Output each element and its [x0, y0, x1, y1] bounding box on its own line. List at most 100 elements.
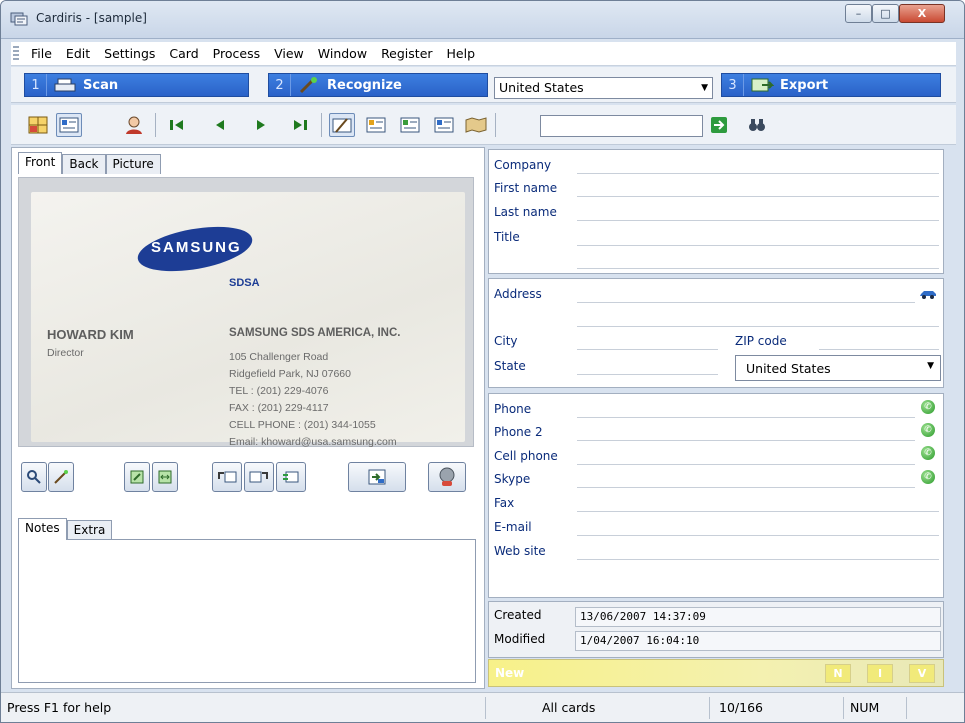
- card-layout-icon[interactable]: [397, 113, 423, 137]
- status-help: Press F1 for help: [7, 700, 112, 715]
- tab-front[interactable]: Front: [18, 152, 63, 174]
- magic-wand-icon: [299, 77, 317, 94]
- menu-view[interactable]: View: [274, 46, 304, 61]
- last-record-icon[interactable]: [287, 113, 313, 137]
- tab-extra[interactable]: Extra: [66, 520, 113, 540]
- zip-label: ZIP code: [735, 334, 787, 348]
- scanner-icon: [54, 78, 76, 92]
- card-image-viewer[interactable]: SAMSUNG SDSA HOWARD KIM Director SAMSUNG…: [18, 177, 474, 448]
- card-layout-icon[interactable]: [431, 113, 457, 137]
- menu-help[interactable]: Help: [447, 46, 476, 61]
- state-field[interactable]: [577, 374, 718, 375]
- app-icon: [10, 12, 28, 26]
- binoculars-icon[interactable]: [744, 113, 770, 137]
- export-button[interactable]: 3 Export: [721, 73, 941, 97]
- tab-notes[interactable]: Notes: [18, 518, 67, 540]
- notes-textarea[interactable]: [18, 539, 476, 683]
- grid-view-icon[interactable]: [25, 113, 51, 137]
- menu-register[interactable]: Register: [381, 46, 432, 61]
- phone-label: Phone: [494, 402, 532, 416]
- minimize-button[interactable]: –: [845, 4, 872, 23]
- title-field-line2[interactable]: [577, 268, 939, 269]
- status-count: 10/166: [719, 700, 763, 715]
- email-field[interactable]: [577, 535, 939, 536]
- country-select[interactable]: United States ▼: [494, 77, 713, 99]
- status-divider: [843, 697, 844, 719]
- cell-phone-field[interactable]: [577, 464, 915, 465]
- menu-process[interactable]: Process: [213, 46, 260, 61]
- send-to-form-icon[interactable]: [348, 462, 406, 492]
- card-view-icon[interactable]: [56, 113, 82, 137]
- phone-call-icon[interactable]: ✆: [921, 400, 935, 414]
- rotate-left-icon[interactable]: [212, 462, 242, 492]
- address-field-line2[interactable]: [577, 326, 939, 327]
- first-name-label: First name: [494, 181, 558, 195]
- company-label: Company: [494, 158, 552, 172]
- title-field[interactable]: [577, 245, 939, 246]
- recognize-card-icon[interactable]: [329, 113, 355, 137]
- previous-record-icon[interactable]: [207, 113, 233, 137]
- first-name-field[interactable]: [577, 196, 939, 197]
- phone-call-icon[interactable]: ✆: [921, 446, 935, 460]
- address-field[interactable]: [577, 302, 915, 303]
- zoom-icon[interactable]: [21, 462, 47, 492]
- phone-field[interactable]: [577, 417, 915, 418]
- card-line: CELL PHONE : (201) 344-1055: [229, 419, 376, 431]
- status-filter: All cards: [542, 700, 596, 715]
- tab-picture[interactable]: Picture: [105, 154, 161, 174]
- menu-bar: File Edit Settings Card Process View Win…: [11, 42, 956, 66]
- company-field[interactable]: [577, 173, 939, 174]
- business-card-image: SAMSUNG SDSA HOWARD KIM Director SAMSUNG…: [31, 192, 465, 448]
- modified-value: 1/04/2007 16:04:10: [575, 631, 941, 651]
- new-button[interactable]: N: [825, 664, 851, 683]
- swap-sides-icon[interactable]: [276, 462, 306, 492]
- next-record-icon[interactable]: [248, 113, 274, 137]
- menu-file[interactable]: File: [31, 46, 52, 61]
- map-icon[interactable]: [463, 113, 489, 137]
- first-record-icon[interactable]: [164, 113, 190, 137]
- scan-button[interactable]: 1 Scan: [24, 73, 249, 97]
- car-icon[interactable]: [919, 289, 937, 299]
- tab-back[interactable]: Back: [62, 154, 106, 174]
- v-button[interactable]: V: [909, 664, 935, 683]
- rotate-icon[interactable]: [124, 462, 150, 492]
- export-step-number: 3: [722, 74, 744, 96]
- scan-step-number: 1: [25, 74, 47, 96]
- card-company: SAMSUNG SDS AMERICA, INC.: [229, 327, 401, 339]
- last-name-field[interactable]: [577, 220, 939, 221]
- phone2-field[interactable]: [577, 440, 915, 441]
- phone-call-icon[interactable]: ✆: [921, 423, 935, 437]
- search-input[interactable]: [540, 115, 703, 137]
- recognize-tool-icon[interactable]: [48, 462, 74, 492]
- city-field[interactable]: [577, 349, 718, 350]
- zip-field[interactable]: [819, 349, 939, 350]
- card-layout-icon[interactable]: [363, 113, 389, 137]
- menu-settings[interactable]: Settings: [104, 46, 155, 61]
- contact-icon[interactable]: [121, 113, 147, 137]
- rotate-right-icon[interactable]: [244, 462, 274, 492]
- address-country-select[interactable]: United States ▼: [735, 355, 941, 381]
- status-bar: Press F1 for help All cards 10/166 NUM: [1, 692, 964, 722]
- menu-card[interactable]: Card: [169, 46, 198, 61]
- record-status-label: New: [495, 666, 525, 680]
- title-label: Title: [494, 230, 520, 244]
- card-tools: [12, 457, 484, 497]
- fax-field[interactable]: [577, 511, 939, 512]
- menu-window[interactable]: Window: [318, 46, 367, 61]
- recognize-button[interactable]: 2 Recognize: [268, 73, 488, 97]
- go-arrow-icon[interactable]: [706, 113, 732, 137]
- toolbar-separator: [495, 113, 496, 137]
- menu-edit[interactable]: Edit: [66, 46, 90, 61]
- phone-call-icon[interactable]: ✆: [921, 470, 935, 484]
- maximize-button[interactable]: □: [872, 4, 899, 23]
- i-button[interactable]: I: [867, 664, 893, 683]
- delete-user-icon[interactable]: [428, 462, 466, 492]
- close-button[interactable]: X: [899, 4, 945, 23]
- website-field[interactable]: [577, 559, 939, 560]
- skype-field[interactable]: [577, 487, 915, 488]
- card-line: Ridgefield Park, NJ 07660: [229, 368, 351, 380]
- created-label: Created: [494, 608, 542, 622]
- fit-width-icon[interactable]: [152, 462, 178, 492]
- notes-tabs: Notes Extra: [18, 518, 113, 540]
- toolbar-separator: [155, 113, 156, 137]
